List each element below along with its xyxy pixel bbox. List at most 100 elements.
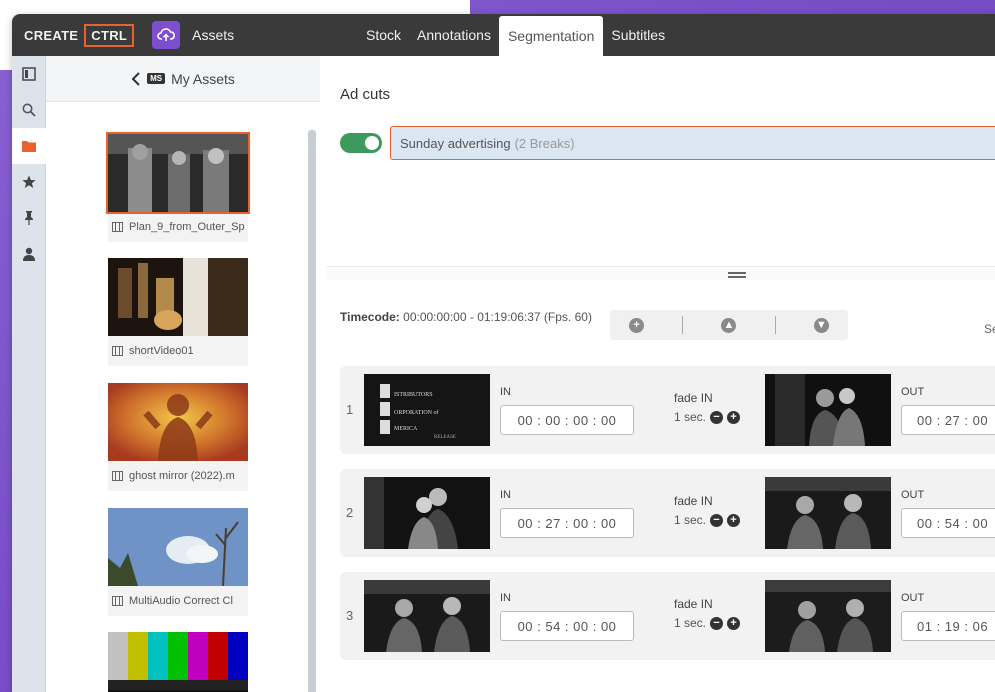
upload-segment-icon[interactable]: ▲ bbox=[721, 317, 737, 333]
asset-card[interactable]: ghost mirror (2022).m bbox=[108, 383, 248, 491]
timecode-info: Timecode: 00:00:00:00 - 01:19:06:37 (Fps… bbox=[340, 308, 610, 326]
asset-name: Plan_9_from_Outer_Sp bbox=[108, 212, 248, 242]
app-window: CREATE CTRL Assets Stock Annotations Seg… bbox=[12, 14, 995, 692]
out-label: OUT bbox=[901, 386, 925, 398]
asset-name: MultiAudio Correct Cl bbox=[108, 586, 248, 616]
segment-row: 2 IN 00 : 27 : 00 : 00 fade IN 1 sec. − … bbox=[340, 469, 995, 557]
background-strip bbox=[0, 0, 12, 70]
chevron-left-icon[interactable] bbox=[131, 71, 141, 86]
out-timecode-input[interactable]: 01 : 19 : 06 bbox=[901, 611, 995, 641]
asset-card[interactable]: Plan_9_from_Outer_Sp bbox=[106, 132, 250, 242]
asset-thumbnail bbox=[108, 383, 248, 461]
fade-in-label: fade IN bbox=[674, 597, 713, 611]
my-assets-badge: MS bbox=[147, 73, 166, 84]
ad-cuts-selector[interactable]: Sunday advertising (2 Breaks) bbox=[390, 126, 995, 160]
in-timecode-input[interactable]: 00 : 27 : 00 : 00 bbox=[500, 508, 634, 538]
in-thumbnail bbox=[364, 477, 490, 549]
segment-number: 1 bbox=[346, 402, 354, 417]
timecode-value: 00:00:00:00 - 01:19:06:37 (Fps. 60) bbox=[403, 310, 592, 324]
plus-icon[interactable]: + bbox=[727, 616, 741, 630]
pin-button[interactable] bbox=[12, 200, 46, 236]
out-thumbnail bbox=[765, 374, 891, 446]
assets-panel: MS My Assets Plan_9_from_Outer_Sp shortV… bbox=[46, 56, 320, 692]
fade-in-control: 1 sec. − + bbox=[674, 410, 741, 424]
brand-ctrl: CTRL bbox=[84, 23, 135, 47]
fade-in-label: fade IN bbox=[674, 494, 713, 508]
minus-icon[interactable]: − bbox=[710, 513, 724, 527]
resize-handle[interactable] bbox=[326, 266, 995, 280]
segment-number: 2 bbox=[346, 505, 354, 520]
segment-row: 1 ISTRIBUTORS ORPORATION of MERICA RELEA… bbox=[340, 366, 995, 454]
in-label: IN bbox=[500, 592, 511, 604]
toolbar-divider bbox=[682, 316, 684, 334]
add-segment-icon[interactable]: + bbox=[629, 317, 645, 333]
tab-stock[interactable]: Stock bbox=[358, 14, 409, 56]
fade-in-control: 1 sec. − + bbox=[674, 616, 741, 630]
asset-name: shortVideo01 bbox=[108, 336, 248, 366]
svg-text:MERICA: MERICA bbox=[394, 426, 418, 432]
toggle-knob bbox=[365, 136, 379, 150]
folder-icon bbox=[22, 141, 36, 152]
film-icon bbox=[112, 222, 123, 232]
assets-label[interactable]: Assets bbox=[192, 27, 234, 43]
cloud-upload-button[interactable] bbox=[152, 21, 181, 49]
selector-value: Sunday advertising bbox=[400, 135, 511, 151]
asset-name: ghost mirror (2022).m bbox=[108, 461, 248, 491]
ad-cuts-toggle[interactable] bbox=[340, 133, 382, 153]
cut-label: Se bbox=[984, 322, 995, 336]
fade-in-value: 1 sec. bbox=[674, 616, 707, 630]
tab-subtitles[interactable]: Subtitles bbox=[603, 14, 673, 56]
segment-toolbar: + ▲ ▼ bbox=[610, 310, 848, 340]
brand-logo: CREATE CTRL bbox=[24, 23, 135, 47]
asset-card[interactable]: MultiAudio Correct Cl bbox=[108, 508, 248, 616]
sidebar-toggle-icon bbox=[22, 67, 36, 81]
tab-annotations[interactable]: Annotations bbox=[409, 14, 499, 56]
out-thumbnail bbox=[765, 580, 891, 652]
segment-number: 3 bbox=[346, 608, 354, 623]
download-segment-icon[interactable]: ▼ bbox=[813, 317, 829, 333]
in-timecode-input[interactable]: 00 : 00 : 00 : 00 bbox=[500, 405, 634, 435]
drag-lines-icon bbox=[728, 272, 746, 278]
in-thumbnail: ISTRIBUTORS ORPORATION of MERICA RELEASE bbox=[364, 374, 490, 446]
fade-in-value: 1 sec. bbox=[674, 410, 707, 424]
in-label: IN bbox=[500, 489, 511, 501]
in-timecode-input[interactable]: 00 : 54 : 00 : 00 bbox=[500, 611, 634, 641]
fade-in-control: 1 sec. − + bbox=[674, 513, 741, 527]
segment-row: 3 IN 00 : 54 : 00 : 00 fade IN 1 sec. − … bbox=[340, 572, 995, 660]
sidebar-toggle-button[interactable] bbox=[12, 56, 46, 92]
in-label: IN bbox=[500, 386, 511, 398]
svg-text:RELEASE: RELEASE bbox=[434, 435, 456, 440]
assets-breadcrumb[interactable]: MS My Assets bbox=[46, 56, 320, 102]
brand-create: CREATE bbox=[24, 27, 79, 43]
asset-card[interactable]: shortVideo01 bbox=[108, 258, 248, 366]
my-assets-label: My Assets bbox=[171, 70, 235, 87]
asset-thumbnail bbox=[108, 632, 248, 692]
plus-icon[interactable]: + bbox=[727, 513, 741, 527]
favorites-button[interactable] bbox=[12, 164, 46, 200]
asset-card[interactable] bbox=[108, 632, 248, 692]
out-label: OUT bbox=[901, 592, 925, 604]
minus-icon[interactable]: − bbox=[710, 410, 724, 424]
folder-button[interactable] bbox=[12, 128, 46, 164]
fade-in-value: 1 sec. bbox=[674, 513, 707, 527]
in-thumbnail bbox=[364, 580, 490, 652]
svg-text:ISTRIBUTORS: ISTRIBUTORS bbox=[394, 392, 433, 398]
search-button[interactable] bbox=[12, 92, 46, 128]
search-icon bbox=[22, 103, 36, 117]
icon-rail bbox=[12, 56, 46, 692]
film-icon bbox=[112, 596, 123, 606]
section-title: Ad cuts bbox=[340, 86, 391, 103]
minus-icon[interactable]: − bbox=[710, 616, 724, 630]
out-timecode-input[interactable]: 00 : 54 : 00 bbox=[901, 508, 995, 538]
assets-scrollbar[interactable] bbox=[308, 130, 316, 692]
star-icon bbox=[22, 175, 36, 188]
tab-segmentation[interactable]: Segmentation bbox=[498, 16, 604, 56]
user-icon bbox=[23, 247, 35, 261]
film-icon bbox=[112, 346, 123, 356]
out-label: OUT bbox=[901, 489, 925, 501]
toolbar-divider bbox=[774, 316, 776, 334]
user-button[interactable] bbox=[12, 236, 46, 272]
out-timecode-input[interactable]: 00 : 27 : 00 bbox=[901, 405, 995, 435]
plus-icon[interactable]: + bbox=[727, 410, 741, 424]
pin-icon bbox=[25, 211, 33, 225]
